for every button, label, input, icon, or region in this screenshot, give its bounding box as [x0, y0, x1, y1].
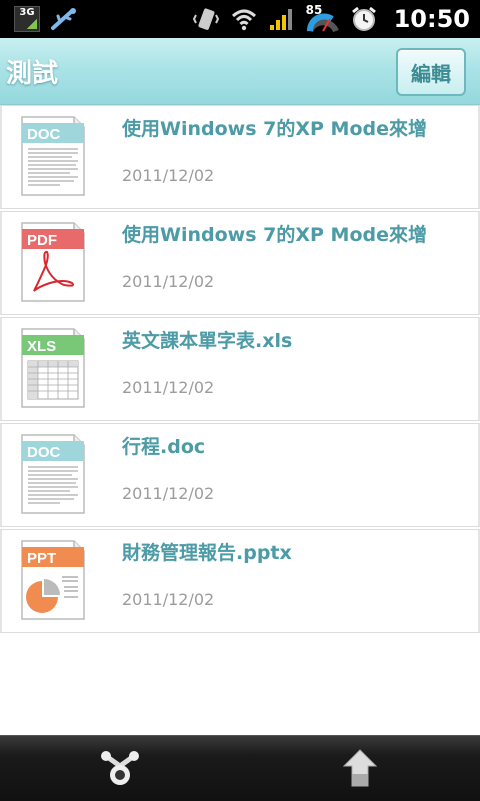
alarm-icon — [350, 5, 378, 33]
battery-level-label: 85 — [305, 3, 323, 17]
doc-file-icon: DOC — [21, 434, 85, 514]
ppt-file-icon: PPT — [21, 540, 85, 620]
file-date: 2011/12/02 — [122, 272, 215, 291]
xls-badge-label: XLS — [27, 338, 56, 355]
file-date: 2011/12/02 — [122, 590, 215, 609]
upload-icon — [342, 749, 378, 787]
page-title: 測試 — [6, 59, 59, 89]
file-list: DOC 使用Windows 7的XP Mode來增 2011/12/02 PDF… — [0, 105, 480, 635]
share-button[interactable] — [100, 748, 140, 788]
share-icon — [101, 751, 139, 785]
pdf-file-icon: PDF — [21, 222, 85, 302]
file-list-item[interactable]: XLS 英文課本單字表.xls 2011/12/02 — [0, 317, 480, 421]
wifi-icon — [230, 5, 258, 33]
doc-badge-label: DOC — [27, 126, 61, 143]
vibrate-icon — [192, 5, 220, 33]
battery-icon: 85 — [305, 3, 340, 33]
file-name: 行程.doc — [122, 436, 206, 458]
file-name: 財務管理報告.pptx — [122, 542, 292, 564]
pdf-badge-label: PDF — [27, 232, 57, 249]
file-list-item[interactable]: DOC 使用Windows 7的XP Mode來增 2011/12/02 — [0, 105, 480, 209]
file-date: 2011/12/02 — [122, 484, 215, 503]
usb-icon — [50, 7, 78, 31]
xls-file-icon: XLS — [21, 328, 85, 408]
status-bar: 3G 85 10:50 — [0, 0, 480, 38]
file-list-item[interactable]: DOC 行程.doc 2011/12/02 — [0, 423, 480, 527]
file-date: 2011/12/02 — [122, 166, 215, 185]
ppt-badge-label: PPT — [27, 550, 56, 567]
signal-icon — [268, 5, 296, 33]
file-name: 英文課本單字表.xls — [122, 330, 293, 352]
doc-badge-label: DOC — [27, 444, 61, 461]
bottom-toolbar — [0, 735, 480, 801]
file-name: 使用Windows 7的XP Mode來增 — [122, 224, 427, 246]
file-name: 使用Windows 7的XP Mode來增 — [122, 118, 427, 140]
upload-button[interactable] — [340, 748, 380, 788]
file-list-item[interactable]: PDF 使用Windows 7的XP Mode來增 2011/12/02 — [0, 211, 480, 315]
clock-time: 10:50 — [393, 5, 470, 33]
title-bar: 測試 編輯 — [0, 38, 480, 105]
doc-file-icon: DOC — [21, 116, 85, 196]
file-date: 2011/12/02 — [122, 378, 215, 397]
3g-icon: 3G — [14, 6, 40, 32]
edit-button[interactable]: 編輯 — [396, 48, 466, 96]
file-list-item[interactable]: PPT 財務管理報告.pptx 2011/12/02 — [0, 529, 480, 633]
network-type-label: 3G — [19, 7, 35, 18]
